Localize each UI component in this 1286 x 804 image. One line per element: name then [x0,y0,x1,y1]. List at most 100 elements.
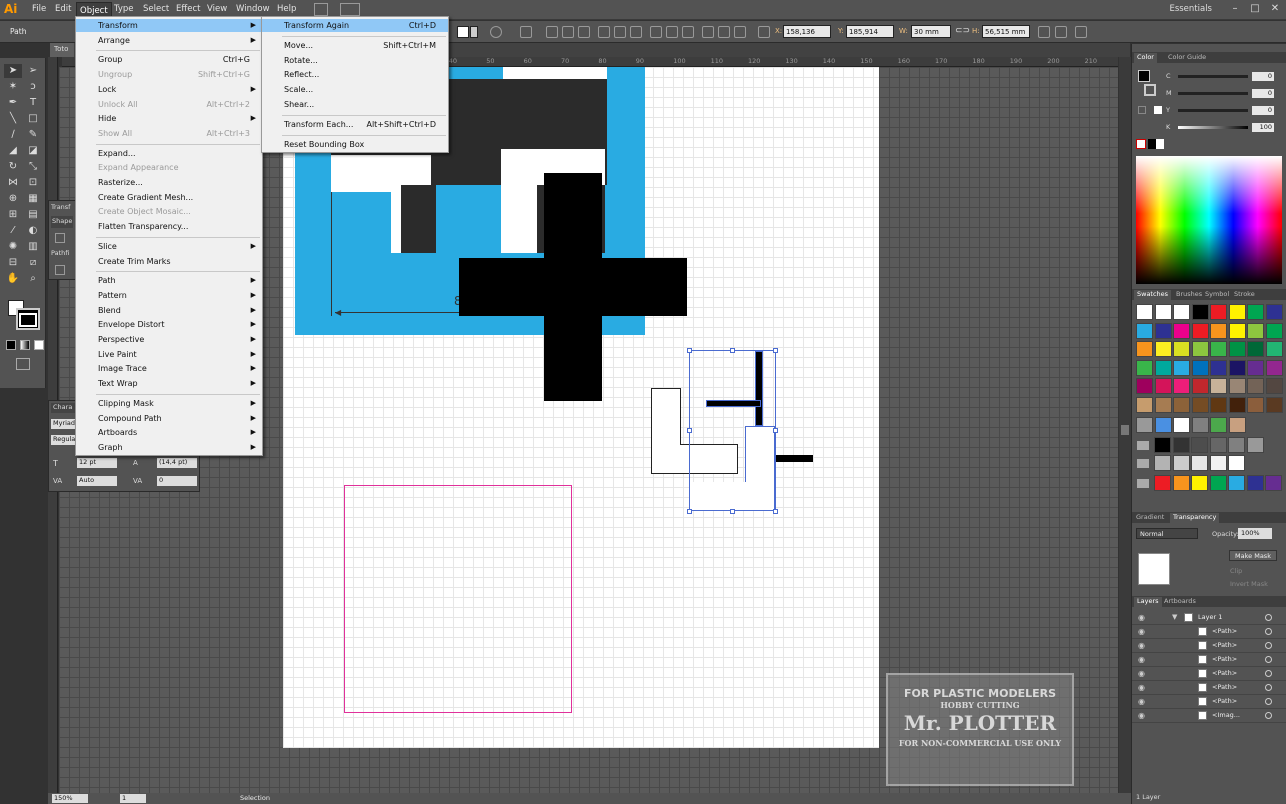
color-swatch[interactable] [1173,359,1190,376]
reference-point-icon[interactable] [758,26,770,38]
color-mode-icon[interactable] [6,340,16,350]
transform-menu-item[interactable]: Transform Each... Alt+Shift+Ctrl+D [262,118,448,131]
color-swatch[interactable] [1136,341,1153,357]
restore-icon[interactable]: □ [1248,2,1262,16]
color-swatch[interactable] [1247,378,1264,394]
menu-effect[interactable]: Effect [176,4,200,14]
group-swatch[interactable] [1246,475,1264,491]
handle-mr[interactable] [773,428,778,433]
color-fill-proxy[interactable] [1138,70,1150,82]
target-icon[interactable] [1265,628,1272,635]
color-swatch[interactable] [1247,304,1264,320]
transform-tab[interactable]: Transf [51,203,70,211]
shape-builder-tool-icon[interactable]: ⊕ [4,192,22,206]
object-menu-item[interactable]: Create Gradient Mesh... [76,191,262,204]
channel-value-field[interactable]: 0 [1252,72,1274,81]
align-vcenter-icon[interactable] [614,26,626,38]
stroke-dropdown[interactable] [470,26,478,38]
tab-color[interactable]: Color [1134,53,1157,63]
align-bottom-icon[interactable] [630,26,642,38]
color-swatch[interactable] [1173,304,1190,320]
color-swatch[interactable] [1136,304,1153,320]
bridge-icon[interactable] [314,3,328,16]
color-swatch[interactable] [1154,341,1172,357]
out-of-web-icon[interactable] [1138,106,1146,114]
group-swatch[interactable] [1191,475,1208,491]
group-swatch[interactable] [1265,475,1282,491]
close-icon[interactable]: ✕ [1268,2,1282,16]
object-menu-item[interactable]: Create Trim Marks [76,255,262,268]
swatch-folder-icon[interactable] [1137,459,1149,468]
tab-stroke[interactable]: Stroke [1234,290,1255,298]
scroll-thumb[interactable] [1121,425,1129,435]
object-menu-item[interactable]: Transform ▶ [76,19,262,32]
gradient-mode-icon[interactable] [20,340,30,350]
screen-mode-icon[interactable] [16,358,30,370]
color-swatch[interactable] [1228,396,1246,413]
color-swatch[interactable] [1247,396,1264,413]
layer-row[interactable]: ◉ <Path> [1132,695,1286,709]
color-swatch[interactable] [1154,378,1172,394]
object-menu-item[interactable]: Slice ▶ [76,240,262,253]
column-graph-tool-icon[interactable]: ▥ [24,240,42,254]
menu-window[interactable]: Window [236,4,270,14]
color-swatch[interactable] [1247,322,1264,339]
object-menu-item[interactable]: Pattern ▶ [76,289,262,302]
gray-swatch[interactable] [1246,437,1264,453]
color-swatch[interactable] [1210,304,1227,320]
handle-tl[interactable] [687,348,692,353]
distribute-vcenter-icon[interactable] [666,26,678,38]
pencil-tool-icon[interactable]: ✎ [24,128,42,142]
handle-tm[interactable] [730,348,735,353]
color-swatch[interactable] [1191,322,1209,339]
eye-icon[interactable]: ◉ [1138,641,1145,650]
pattern-swatch[interactable] [1191,417,1209,433]
scale-tool-icon[interactable]: ⤡ [24,160,42,174]
color-swatch[interactable] [1228,322,1246,339]
channel-value-field[interactable]: 0 [1252,106,1274,115]
perspective-grid-tool-icon[interactable]: ▦ [24,192,42,206]
shape-icon[interactable] [55,233,65,243]
layer-row[interactable]: ◉ <Path> [1132,681,1286,695]
distribute-top-icon[interactable] [650,26,662,38]
gray-swatch[interactable] [1191,437,1208,453]
layer-row-top[interactable]: ◉ ▼ Layer 1 [1132,611,1286,625]
object-menu-item[interactable]: Group Ctrl+G [76,53,262,66]
symbol-sprayer-tool-icon[interactable]: ✺ [4,240,22,254]
color-swatch[interactable] [1210,322,1227,339]
invert-mask-checkbox[interactable]: Invert Mask [1230,580,1268,588]
eyedropper-tool-icon[interactable]: ⁄ [4,224,22,238]
tab-swatches[interactable]: Swatches [1134,290,1172,300]
handle-tr[interactable] [773,348,778,353]
pathfinder-icon[interactable] [55,265,65,275]
font-size-field[interactable]: 12 pt [77,458,117,468]
group-swatch[interactable] [1154,475,1171,491]
h-field[interactable]: 56,515 mm [982,25,1030,38]
make-mask-button[interactable]: Make Mask [1229,550,1277,561]
tab-transparency[interactable]: Transparency [1170,513,1220,523]
object-menu-item[interactable]: Path ▶ [76,274,262,287]
target-icon[interactable] [1265,670,1272,677]
color-swatch[interactable] [1265,378,1283,394]
distribute-bottom-icon[interactable] [682,26,694,38]
slice-tool-icon[interactable]: ⧄ [24,256,42,270]
eye-icon[interactable]: ◉ [1138,627,1145,636]
width-tool-icon[interactable]: ⋈ [4,176,22,190]
transform-menu-item[interactable]: Reflect... [262,68,448,81]
rectangle-tool-icon[interactable]: □ [24,112,42,126]
target-icon[interactable] [1265,712,1272,719]
pattern-swatch[interactable] [1173,417,1190,433]
vertical-scrollbar[interactable] [1119,57,1131,793]
menu-select[interactable]: Select [143,4,169,14]
eye-icon[interactable]: ◉ [1138,669,1145,678]
layer-row[interactable]: ◉ <Path> [1132,625,1286,639]
layer-row[interactable]: ◉ <Path> [1132,667,1286,681]
color-swatch[interactable] [1191,359,1209,376]
object-menu-item[interactable]: Create Object Mosaic... [76,205,262,218]
color-spectrum[interactable] [1136,156,1282,284]
clip-checkbox[interactable]: Clip [1230,567,1242,575]
color-swatch[interactable] [1154,304,1172,320]
free-transform-tool-icon[interactable]: ⊡ [24,176,42,190]
pathfinder-tab[interactable]: Pathfi [51,249,69,257]
line-tool-icon[interactable]: ╲ [4,112,22,126]
